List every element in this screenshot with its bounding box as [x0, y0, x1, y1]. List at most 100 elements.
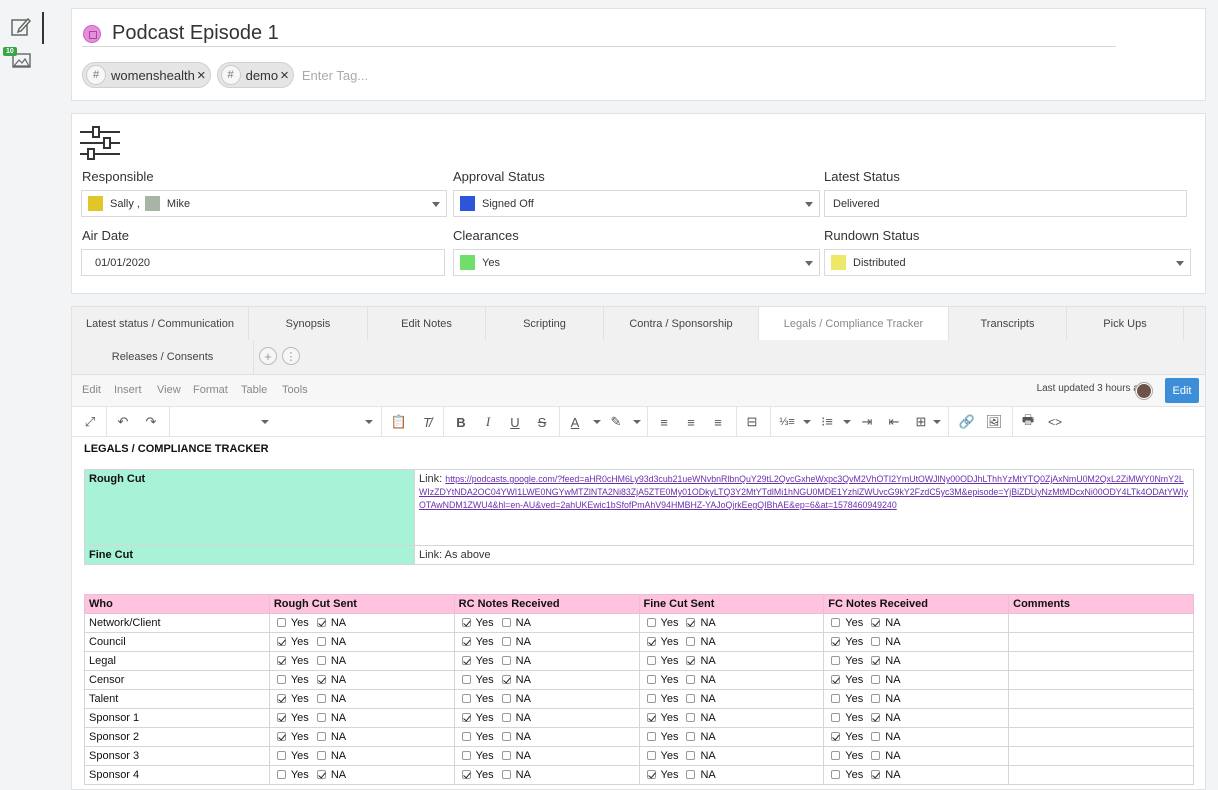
chevron-down-icon[interactable] — [593, 420, 601, 424]
tab-transcripts[interactable]: Transcripts — [949, 307, 1067, 341]
na-checkbox[interactable] — [686, 618, 696, 627]
yes-checkbox[interactable] — [461, 637, 471, 646]
yes-checkbox[interactable] — [276, 713, 286, 722]
na-checkbox[interactable] — [686, 675, 696, 684]
yes-checkbox[interactable] — [646, 713, 656, 722]
block-format-select[interactable] — [172, 413, 272, 431]
yes-checkbox[interactable] — [461, 713, 471, 722]
chevron-down-icon[interactable] — [933, 420, 941, 424]
comments-cell[interactable] — [1008, 708, 1194, 728]
yes-checkbox[interactable] — [646, 656, 656, 665]
na-checkbox[interactable] — [316, 751, 326, 760]
chevron-down-icon[interactable] — [365, 420, 373, 424]
chevron-down-icon[interactable] — [261, 420, 269, 424]
font-family-select[interactable] — [277, 413, 377, 431]
yes-checkbox[interactable] — [461, 656, 471, 665]
yes-checkbox[interactable] — [831, 618, 841, 627]
yes-checkbox[interactable] — [646, 675, 656, 684]
tag-chip[interactable]: # womenshealth × — [82, 62, 211, 88]
rough-cut-link[interactable]: https://podcasts.google.com/?feed=aHR0cH… — [419, 474, 1188, 510]
comments-cell[interactable] — [1008, 670, 1194, 690]
yes-checkbox[interactable] — [276, 656, 286, 665]
yes-checkbox[interactable] — [276, 694, 286, 703]
image-insert-icon[interactable]: 🖼 — [986, 413, 1003, 431]
fullscreen-icon[interactable]: ⤢ — [82, 413, 98, 431]
menu-table[interactable]: Table — [241, 384, 267, 396]
comments-cell[interactable] — [1008, 613, 1194, 633]
yes-checkbox[interactable] — [276, 770, 286, 779]
print-icon[interactable]: 🖶 — [1020, 412, 1036, 431]
align-left-icon[interactable]: ≡ — [656, 413, 672, 431]
comments-cell[interactable] — [1008, 651, 1194, 671]
tab-edit-notes[interactable]: Edit Notes — [368, 307, 486, 341]
tag-input[interactable]: Enter Tag... — [302, 68, 368, 83]
paste-icon[interactable]: 📋 — [391, 413, 407, 431]
na-checkbox[interactable] — [501, 770, 511, 779]
na-checkbox[interactable] — [501, 694, 511, 703]
menu-view[interactable]: View — [157, 384, 181, 396]
yes-checkbox[interactable] — [831, 770, 841, 779]
page-title[interactable]: Podcast Episode 1 — [112, 22, 279, 45]
na-checkbox[interactable] — [316, 618, 326, 627]
menu-format[interactable]: Format — [193, 384, 228, 396]
comments-cell[interactable] — [1008, 746, 1194, 766]
close-icon[interactable]: × — [197, 68, 206, 83]
na-checkbox[interactable] — [871, 618, 881, 627]
chevron-down-icon[interactable] — [843, 420, 851, 424]
menu-tools[interactable]: Tools — [282, 384, 308, 396]
comments-cell[interactable] — [1008, 689, 1194, 709]
na-checkbox[interactable] — [316, 713, 326, 722]
latest-status-field[interactable]: Delivered — [824, 190, 1187, 217]
na-checkbox[interactable] — [871, 637, 881, 646]
comments-cell[interactable] — [1008, 765, 1194, 785]
chevron-down-icon[interactable] — [805, 261, 813, 266]
na-checkbox[interactable] — [501, 713, 511, 722]
rundown-select[interactable]: Distributed — [824, 249, 1191, 276]
na-checkbox[interactable] — [871, 732, 881, 741]
yes-checkbox[interactable] — [831, 675, 841, 684]
yes-checkbox[interactable] — [276, 637, 286, 646]
yes-checkbox[interactable] — [831, 694, 841, 703]
yes-checkbox[interactable] — [646, 618, 656, 627]
tab-legals-compliance-tracker[interactable]: Legals / Compliance Tracker — [759, 307, 949, 341]
na-checkbox[interactable] — [871, 713, 881, 722]
text-color-icon[interactable]: A — [567, 413, 583, 431]
yes-checkbox[interactable] — [646, 694, 656, 703]
underline-icon[interactable]: U — [507, 413, 523, 431]
clear-format-icon[interactable]: T̸ — [419, 413, 435, 431]
yes-checkbox[interactable] — [831, 637, 841, 646]
tab-latest-status-communication[interactable]: Latest status / Communication — [72, 307, 249, 341]
na-checkbox[interactable] — [501, 637, 511, 646]
na-checkbox[interactable] — [316, 694, 326, 703]
highlight-icon[interactable]: ✎ — [608, 413, 624, 431]
tab-releases-consents[interactable]: Releases / Consents — [72, 340, 254, 374]
yes-checkbox[interactable] — [461, 618, 471, 627]
menu-edit[interactable]: Edit — [82, 384, 101, 396]
na-checkbox[interactable] — [316, 656, 326, 665]
yes-checkbox[interactable] — [646, 751, 656, 760]
table-icon[interactable]: ⊞ — [913, 413, 929, 431]
na-checkbox[interactable] — [501, 751, 511, 760]
na-checkbox[interactable] — [686, 732, 696, 741]
chevron-down-icon[interactable] — [803, 420, 811, 424]
yes-checkbox[interactable] — [461, 694, 471, 703]
indent-icon[interactable]: ⇥ — [859, 413, 875, 431]
yes-checkbox[interactable] — [831, 732, 841, 741]
align-right-icon[interactable]: ≡ — [710, 413, 726, 431]
na-checkbox[interactable] — [686, 751, 696, 760]
tab-pick-ups[interactable]: Pick Ups — [1067, 307, 1184, 341]
na-checkbox[interactable] — [686, 713, 696, 722]
strikethrough-icon[interactable]: S — [534, 413, 550, 431]
yes-checkbox[interactable] — [646, 770, 656, 779]
edit-button[interactable]: Edit — [1165, 378, 1199, 403]
clearances-select[interactable]: Yes — [453, 249, 820, 276]
tab-scripting[interactable]: Scripting — [486, 307, 604, 341]
menu-insert[interactable]: Insert — [114, 384, 142, 396]
document-body[interactable]: LEGALS / COMPLIANCE TRACKER Rough Cut Li… — [84, 443, 1194, 785]
chevron-down-icon[interactable] — [633, 420, 641, 424]
comments-cell[interactable] — [1008, 727, 1194, 747]
yes-checkbox[interactable] — [831, 656, 841, 665]
bullet-list-icon[interactable]: ⁝≡ — [819, 413, 835, 431]
chevron-down-icon[interactable] — [432, 202, 440, 207]
yes-checkbox[interactable] — [831, 713, 841, 722]
